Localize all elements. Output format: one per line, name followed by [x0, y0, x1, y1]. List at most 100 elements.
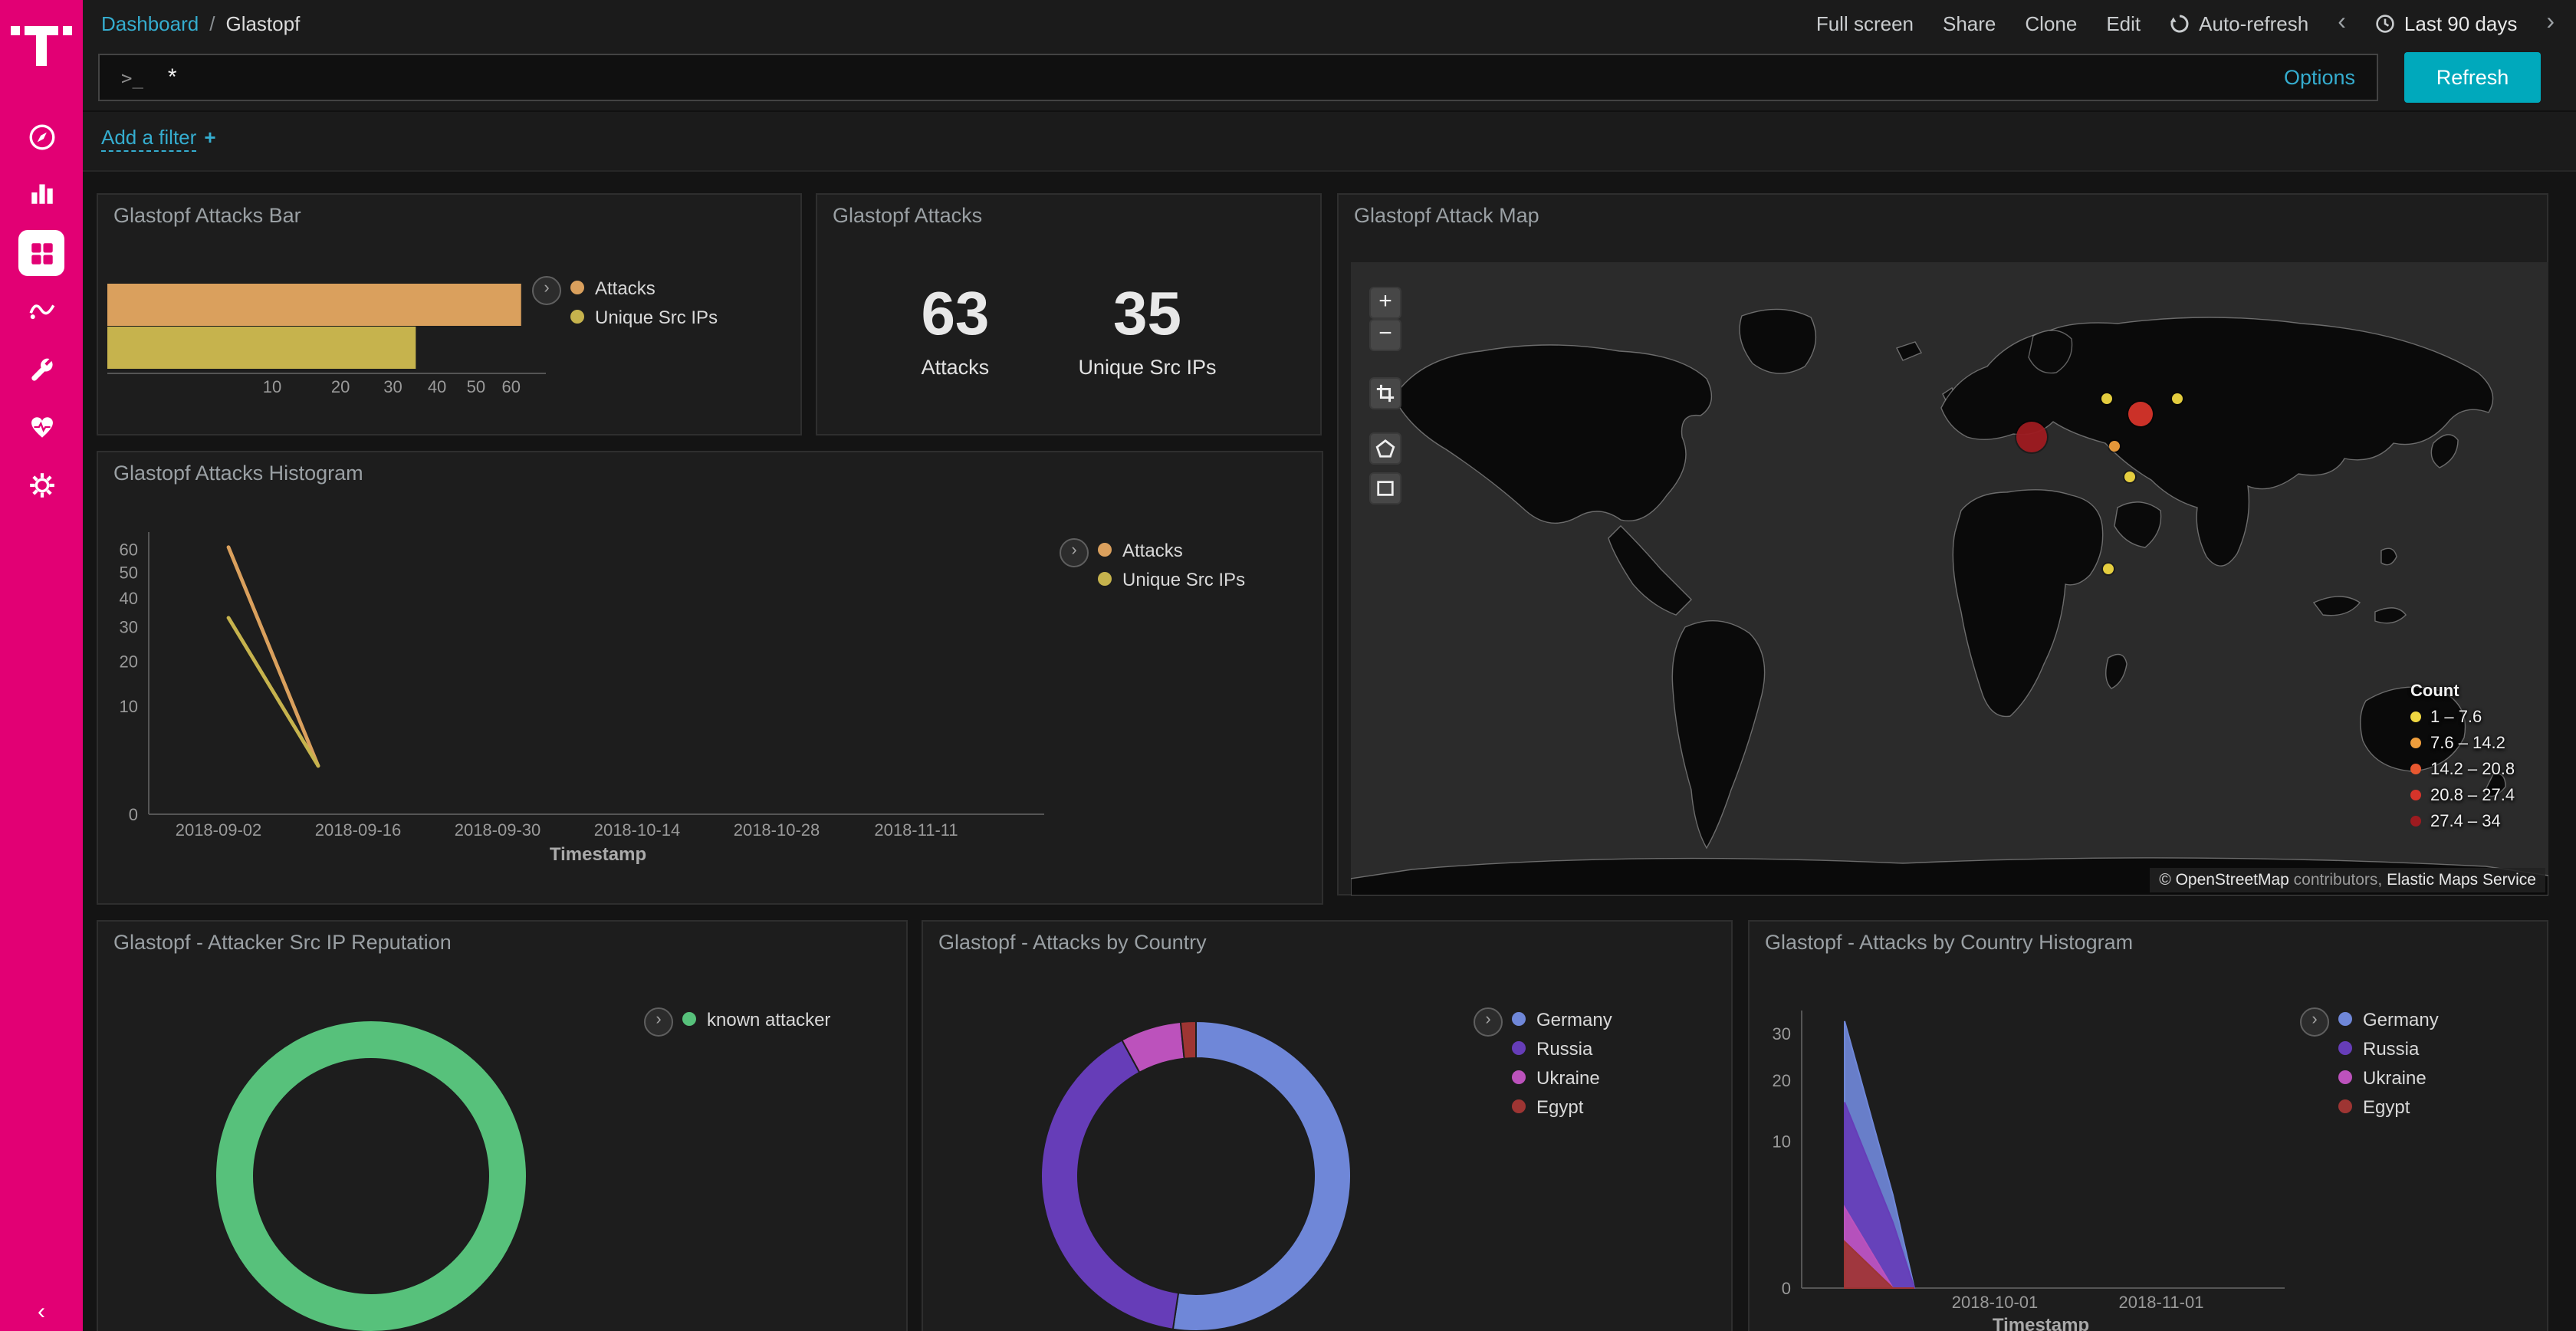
legend-label: Unique Src IPs — [1122, 568, 1245, 590]
bar-Attacks[interactable] — [107, 284, 521, 326]
map-attack-point — [2017, 421, 2048, 452]
map-canvas[interactable]: + − Count1 – 7.67.6 – 14.214.2 – 20.820.… — [1351, 262, 2548, 896]
legend-color-dot — [682, 1012, 696, 1026]
map-fit-bounds-button[interactable] — [1369, 377, 1401, 409]
share-button[interactable]: Share — [1943, 12, 1996, 35]
refresh-button[interactable]: Refresh — [2404, 52, 2541, 103]
time-forward-button[interactable]: › — [2546, 11, 2555, 35]
metric-attacks: 63 Attacks — [921, 284, 989, 379]
legend-item[interactable]: Ukraine — [2338, 1063, 2439, 1092]
legend-item[interactable]: Unique Src IPs — [1098, 564, 1245, 593]
legend-toggle[interactable]: › — [532, 276, 561, 305]
openstreetmap-link[interactable]: OpenStreetMap — [2176, 871, 2289, 889]
sidebar-item-monitoring[interactable] — [18, 403, 64, 449]
sidebar-item-dev-tools[interactable] — [18, 345, 64, 391]
legend-item[interactable]: Russia — [1512, 1034, 1612, 1063]
legend-color-dot — [1512, 1070, 1526, 1084]
x-tick-label: 40 — [428, 377, 446, 396]
legend-color-dot — [1512, 1012, 1526, 1026]
donut-slice-known attacker[interactable] — [235, 1040, 508, 1313]
legend-item[interactable]: Russia — [2338, 1034, 2439, 1063]
clone-button[interactable]: Clone — [2025, 12, 2077, 35]
x-axis-title: Timestamp — [1993, 1315, 2089, 1331]
map-attack-point — [2101, 393, 2112, 404]
time-picker-button[interactable]: Last 90 days — [2375, 12, 2517, 35]
legend-toggle[interactable]: › — [1060, 538, 1089, 567]
add-filter-link[interactable]: Add a filter+ — [101, 126, 216, 149]
legend-item[interactable]: Attacks — [1098, 535, 1245, 564]
breadcrumb-dashboard-link[interactable]: Dashboard — [101, 12, 199, 35]
bar-chart-icon — [27, 177, 56, 206]
sidebar-collapse-button[interactable]: ‹ — [0, 1299, 83, 1325]
sidebar-item-discover[interactable] — [18, 113, 64, 159]
x-tick-label: 10 — [263, 377, 281, 396]
series-line-Unique Src IPs — [228, 618, 318, 766]
donut-slice-Germany[interactable] — [1173, 1021, 1351, 1331]
top-chrome: Dashboard / Glastopf Full screen Share C… — [83, 0, 2576, 172]
dashboard-icon — [27, 238, 56, 268]
legend-color-dot — [570, 281, 584, 294]
panel-src-ip-reputation: Glastopf - Attacker Src IP Reputation › … — [97, 920, 908, 1331]
legend-toggle[interactable]: › — [2300, 1007, 2329, 1037]
map-legend-title: Count — [2410, 682, 2515, 701]
kibana-dashboard-page: ‹ Dashboard / Glastopf Full screen Share… — [0, 0, 2576, 1331]
sidebar-item-management[interactable] — [18, 462, 64, 508]
heartbeat-icon — [27, 412, 56, 441]
legend-item[interactable]: Egypt — [1512, 1092, 1612, 1121]
legend-item[interactable]: Germany — [2338, 1004, 2439, 1034]
legend-item[interactable]: Egypt — [2338, 1092, 2439, 1121]
legend-color-dot — [2338, 1012, 2352, 1026]
legend-item[interactable]: Germany — [1512, 1004, 1612, 1034]
legend-item[interactable]: Unique Src IPs — [570, 302, 718, 331]
donut-svg — [1012, 992, 1380, 1331]
polygon-icon — [1375, 439, 1395, 458]
sidebar-item-visualize[interactable] — [18, 169, 64, 215]
legend-label: Ukraine — [2363, 1066, 2426, 1088]
map-zoom-in-button[interactable]: + — [1369, 287, 1401, 319]
legend-item: 27.4 – 34 — [2410, 808, 2515, 834]
elastic-maps-service-link[interactable]: Elastic Maps Service — [2387, 871, 2536, 889]
y-tick-label: 40 — [120, 589, 138, 608]
legend-toggle[interactable]: › — [644, 1007, 673, 1037]
legend-item[interactable]: Ukraine — [1512, 1063, 1612, 1092]
legend-label: Germany — [1536, 1008, 1612, 1030]
auto-refresh-button[interactable]: Auto-refresh — [2170, 12, 2308, 35]
map-attribution: © OpenStreetMap contributors, Elastic Ma… — [2150, 868, 2545, 892]
map-zoom-out-button[interactable]: − — [1369, 319, 1401, 351]
legend-toggle[interactable]: › — [1474, 1007, 1503, 1037]
panel-country-histogram: Glastopf - Attacks by Country Histogram … — [1748, 920, 2548, 1331]
metric-label: Unique Src IPs — [1078, 356, 1216, 379]
x-tick-label: 2018-09-30 — [455, 820, 541, 840]
legend-color-dot — [2410, 712, 2421, 722]
sidebar-item-dashboard[interactable] — [18, 230, 64, 276]
legend-color-dot — [2338, 1070, 2352, 1084]
time-back-button[interactable]: ‹ — [2338, 11, 2346, 35]
telekom-logo[interactable] — [11, 21, 72, 67]
legend-color-dot — [1098, 572, 1112, 586]
y-tick-label: 50 — [120, 564, 138, 583]
map-draw-rectangle-button[interactable] — [1369, 472, 1401, 504]
x-tick-label: 2018-10-28 — [734, 820, 820, 840]
full-screen-button[interactable]: Full screen — [1816, 12, 1914, 35]
gear-icon — [27, 470, 56, 499]
ip-reputation-donut — [187, 992, 555, 1331]
bar-Unique Src IPs[interactable] — [107, 327, 416, 369]
metric-unique-src-ips: 35 Unique Src IPs — [1078, 284, 1216, 379]
legend-label: Egypt — [1536, 1096, 1583, 1117]
telekom-t-icon — [11, 21, 72, 67]
filter-bar-row: Add a filter+ — [83, 112, 2576, 170]
map-draw-polygon-button[interactable] — [1369, 432, 1401, 465]
y-tick-label: 10 — [1773, 1132, 1791, 1151]
query-input[interactable]: >_ * Options — [98, 54, 2378, 101]
legend-label: Russia — [1536, 1037, 1592, 1059]
edit-button[interactable]: Edit — [2106, 12, 2141, 35]
legend-item[interactable]: Attacks — [570, 273, 718, 302]
legend-label: 27.4 – 34 — [2430, 812, 2501, 830]
query-options-link[interactable]: Options — [2284, 66, 2355, 89]
legend-item[interactable]: known attacker — [682, 1004, 830, 1034]
legend-label: Unique Src IPs — [595, 306, 718, 327]
sidebar-item-timelion[interactable] — [18, 285, 64, 331]
map-attack-point — [2110, 441, 2121, 452]
legend: known attacker — [682, 1004, 830, 1034]
donut-slice-Russia[interactable] — [1041, 1040, 1178, 1329]
